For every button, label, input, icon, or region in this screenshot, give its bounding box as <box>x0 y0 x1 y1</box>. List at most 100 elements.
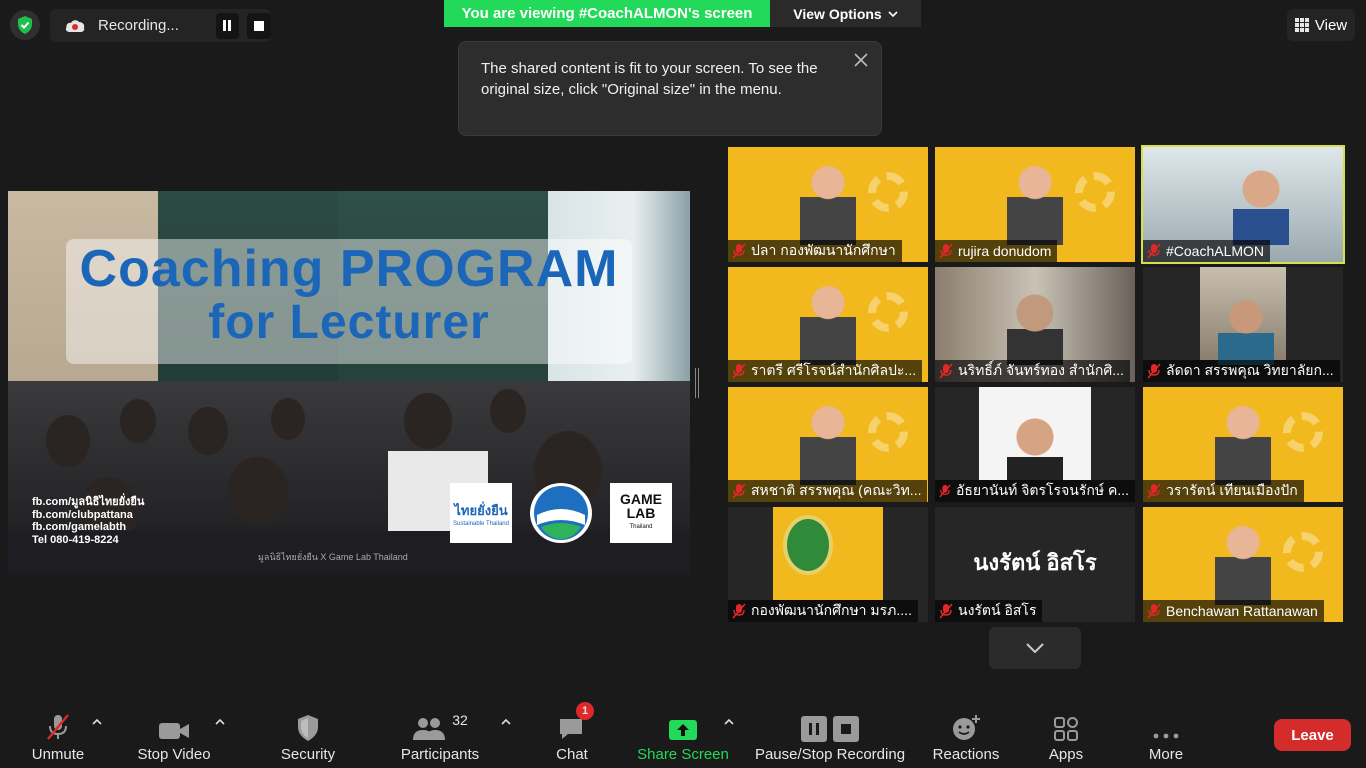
participant-name: อัธยานันท์ จิตรโรจนรักษ์ ค... <box>955 482 1129 498</box>
share-options-caret-icon[interactable] <box>723 716 735 728</box>
participant-tile[interactable]: ลัดดา สรรพคุณ วิทยาลัยก... <box>1143 267 1343 382</box>
participant-name-label: ราตรี ศรีโรจน์สำนักศิลปะ... <box>728 360 923 382</box>
participant-name: ปลา กองพัฒนานักศึกษา <box>751 242 896 258</box>
share-screen-button[interactable]: Share Screen <box>636 706 730 768</box>
share-screen-label: Share Screen <box>637 746 729 763</box>
fit-to-screen-tooltip: The shared content is fit to your screen… <box>458 41 882 136</box>
chat-label: Chat <box>556 746 588 763</box>
participant-name: วรารัตน์ เทียนเมืองปัก <box>1166 482 1298 498</box>
contact-line: fb.com/มูลนิธิไทยยั่งยืน <box>32 496 145 508</box>
apps-label: Apps <box>1048 746 1084 763</box>
microphone-muted-icon <box>1147 243 1161 259</box>
participants-icon <box>413 718 446 740</box>
participant-tile[interactable]: นงรัตน์ อิสโร นงรัตน์ อิสโร <box>935 507 1135 622</box>
participant-name: #CoachALMON <box>1166 243 1265 259</box>
view-options-button[interactable]: View Options <box>770 0 921 27</box>
microphone-muted-icon <box>939 603 953 619</box>
split-divider-handle[interactable] <box>695 368 699 398</box>
smiley-plus-icon <box>951 706 981 742</box>
participants-button[interactable]: 32 Participants <box>395 706 485 768</box>
apps-button[interactable]: Apps <box>1040 706 1092 768</box>
stop-video-button[interactable]: Stop Video <box>134 706 214 768</box>
participant-name-label: อัธยานันท์ จิตรโรจนรักษ์ ค... <box>935 480 1135 502</box>
participant-name: ราตรี ศรีโรจน์สำนักศิลปะ... <box>751 362 917 378</box>
participant-name-display: นงรัตน์ อิสโร <box>973 550 1097 575</box>
microphone-muted-icon <box>732 483 746 499</box>
participant-tile[interactable]: #CoachALMON <box>1141 145 1345 264</box>
pause-stop-icons <box>801 706 859 742</box>
close-icon[interactable] <box>851 50 871 70</box>
participant-tile[interactable]: นริทธิ์ภ์ จันทร์ทอง สำนักศิ... <box>935 267 1135 382</box>
chat-icon: 1 <box>558 702 594 742</box>
security-label: Security <box>280 746 336 763</box>
foundation-logo <box>530 483 592 543</box>
recording-indicator: Recording... <box>50 9 271 42</box>
gamelab-logo: GAME LAB Thailand <box>610 483 672 543</box>
participant-tile[interactable]: ราตรี ศรีโรจน์สำนักศิลปะ... <box>728 267 928 382</box>
participants-caret-icon[interactable] <box>500 716 512 728</box>
chevron-down-icon <box>888 10 898 17</box>
logo1-text: ไทยยั่งยืน <box>454 502 508 518</box>
slide-title-line2: for Lecturer <box>208 296 490 349</box>
pause-icon <box>801 716 827 742</box>
participant-tile[interactable]: Benchawan Rattanawan <box>1143 507 1343 622</box>
participant-name-label: วรารัตน์ เทียนเมืองปัก <box>1143 480 1304 502</box>
reactions-button[interactable]: Reactions <box>930 706 1002 768</box>
participant-name-label: นริทธิ์ภ์ จันทร์ทอง สำนักศิ... <box>935 360 1130 382</box>
participant-name: กองพัฒนานักศึกษา มรภ.... <box>751 602 912 618</box>
participant-name-label: ลัดดา สรรพคุณ วิทยาลัยก... <box>1143 360 1340 382</box>
chat-button[interactable]: 1 Chat <box>546 702 598 768</box>
participant-tile[interactable]: วรารัตน์ เทียนเมืองปัก <box>1143 387 1343 502</box>
microphone-muted-icon <box>939 363 953 379</box>
logo1-subtext: Sustainable Thailand <box>453 520 509 527</box>
tooltip-text: The shared content is fit to your screen… <box>481 60 818 98</box>
view-label: View <box>1314 16 1348 34</box>
microphone-muted-icon <box>732 243 746 259</box>
participant-tile[interactable]: กองพัฒนานักศึกษา มรภ.... <box>728 507 928 622</box>
stop-video-label: Stop Video <box>137 746 211 763</box>
chat-unread-badge: 1 <box>576 702 594 720</box>
view-button[interactable]: View <box>1287 9 1355 41</box>
stop-icon <box>833 716 859 742</box>
contact-info: fb.com/มูลนิธิไทยยั่งยืน fb.com/clubpatt… <box>32 496 144 546</box>
more-dots-icon <box>1152 706 1180 742</box>
viewing-screen-banner: You are viewing #CoachALMON's screen <box>444 0 770 27</box>
reactions-label: Reactions <box>932 746 1000 763</box>
video-camera-icon <box>158 706 190 742</box>
microphone-muted-icon <box>1147 483 1161 499</box>
stop-recording-button[interactable] <box>247 12 271 39</box>
unmute-button[interactable]: Unmute <box>24 706 92 768</box>
leave-button[interactable]: Leave <box>1274 719 1351 751</box>
security-shield-icon[interactable] <box>10 10 40 40</box>
view-options-label: View Options <box>793 5 882 22</box>
participants-icon-group: 32 <box>412 706 468 742</box>
gamelab-line3: Thailand <box>629 524 653 530</box>
security-button[interactable]: Security <box>278 706 338 768</box>
chevron-down-icon <box>1026 643 1044 653</box>
slide-title-line1: Coaching PROGRAM <box>79 240 619 298</box>
gallery-next-page-button[interactable] <box>989 627 1081 669</box>
microphone-muted-icon <box>1147 603 1161 619</box>
pause-stop-recording-button[interactable]: Pause/Stop Recording <box>752 706 908 768</box>
apps-icon <box>1053 706 1079 742</box>
participant-name: นงรัตน์ อิสโร <box>958 602 1037 618</box>
more-label: More <box>1148 746 1184 763</box>
participant-name-label: #CoachALMON <box>1143 240 1271 262</box>
pause-recording-button[interactable] <box>215 12 240 39</box>
contact-line: Tel 080-419-8224 <box>32 533 119 546</box>
participant-name: นริทธิ์ภ์ จันทร์ทอง สำนักศิ... <box>958 362 1124 378</box>
participant-name: ลัดดา สรรพคุณ วิทยาลัยก... <box>1166 362 1334 378</box>
participant-tile[interactable]: ปลา กองพัฒนานักศึกษา <box>728 147 928 262</box>
audio-options-caret-icon[interactable] <box>91 716 103 728</box>
participant-tile[interactable]: อัธยานันท์ จิตรโรจนรักษ์ ค... <box>935 387 1135 502</box>
video-options-caret-icon[interactable] <box>214 716 226 728</box>
microphone-muted-icon <box>939 484 951 498</box>
participant-name-label: สหชาติ สรรพคุณ (คณะวิท... <box>728 480 928 502</box>
participant-tile[interactable]: rujira donudom <box>935 147 1135 262</box>
microphone-muted-icon <box>1147 363 1161 379</box>
unmute-label: Unmute <box>31 746 85 763</box>
microphone-muted-icon <box>939 243 953 259</box>
participant-tile[interactable]: สหชาติ สรรพคุณ (คณะวิท... <box>728 387 928 502</box>
pause-stop-recording-label: Pause/Stop Recording <box>754 746 906 763</box>
more-button[interactable]: More <box>1140 706 1192 768</box>
